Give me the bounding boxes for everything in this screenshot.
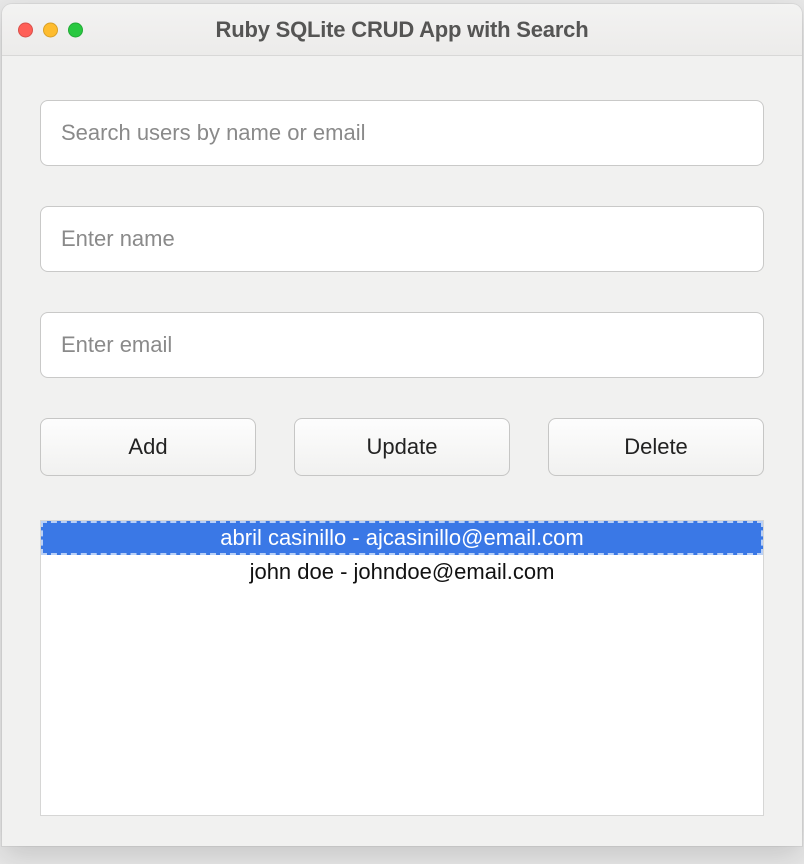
window-title: Ruby SQLite CRUD App with Search [2,17,802,43]
users-listbox[interactable]: abril casinillo - ajcasinillo@email.comj… [40,520,764,816]
close-icon[interactable] [18,22,33,37]
titlebar: Ruby SQLite CRUD App with Search [2,4,802,56]
search-input[interactable] [40,100,764,166]
list-item[interactable]: john doe - johndoe@email.com [41,555,763,589]
list-item[interactable]: abril casinillo - ajcasinillo@email.com [41,521,763,555]
content-area: Add Update Delete abril casinillo - ajca… [2,56,802,846]
spacer [40,272,764,312]
minimize-icon[interactable] [43,22,58,37]
zoom-icon[interactable] [68,22,83,37]
add-button[interactable]: Add [40,418,256,476]
app-window: Ruby SQLite CRUD App with Search Add Upd… [2,4,802,846]
delete-button[interactable]: Delete [548,418,764,476]
update-button[interactable]: Update [294,418,510,476]
spacer [40,166,764,206]
window-controls [18,22,83,37]
button-row: Add Update Delete [40,418,764,476]
email-input[interactable] [40,312,764,378]
name-input[interactable] [40,206,764,272]
